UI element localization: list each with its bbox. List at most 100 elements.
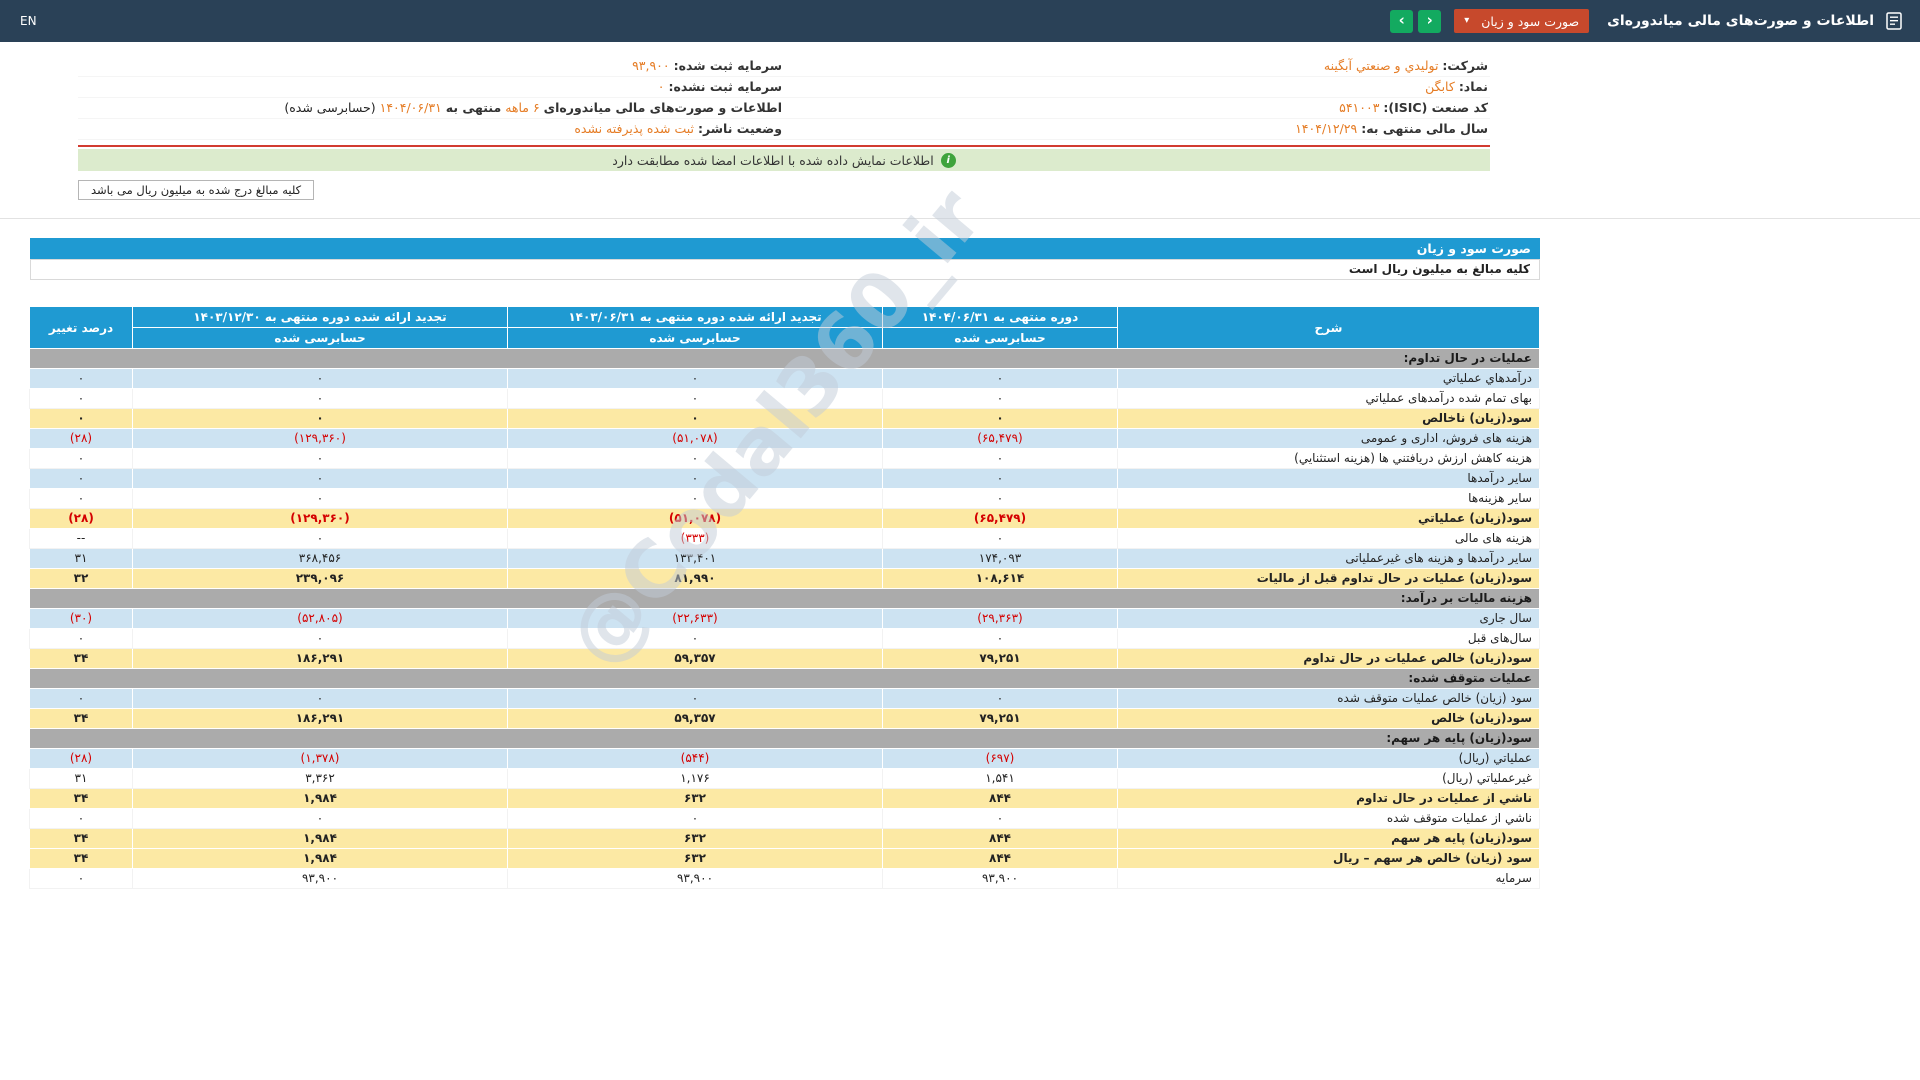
row-label: سود(زیان) عملیات در حال تداوم قبل از مال…: [1118, 569, 1540, 589]
header-audited: حسابرسی شده: [883, 328, 1118, 349]
top-bar: اطلاعات و صورت‌های مالی میاندوره‌ای صورت…: [0, 0, 1920, 42]
prev-statement-button[interactable]: ‹: [1418, 10, 1441, 33]
value-cell: ۰: [30, 809, 133, 829]
table-row: سود(زیان) پایه هر سهم۸۴۴۶۳۲۱,۹۸۴۳۴: [30, 829, 1540, 849]
table-row: هزینه های فروش، اداری و عمومی(۶۵,۴۷۹)(۵۱…: [30, 429, 1540, 449]
value-cell: ۱,۱۷۶: [508, 769, 883, 789]
row-label: عملیاتي (ریال): [1118, 749, 1540, 769]
value-cell: ۰: [133, 529, 508, 549]
section-divider: [0, 218, 1920, 219]
value-cell: ۰: [30, 369, 133, 389]
value-cell: ۹۳,۹۰۰: [133, 869, 508, 889]
table-row: سود (زیان) خالص عملیات متوقف شده۰۰۰۰: [30, 689, 1540, 709]
info-isic: کد صنعت (ISIC): ۵۴۱۰۰۳: [784, 98, 1490, 119]
value-cell: ۱۳۳,۴۰۱: [508, 549, 883, 569]
value-cell: (۲۸): [30, 429, 133, 449]
signature-match-banner: i اطلاعات نمایش داده شده با اطلاعات امضا…: [78, 149, 1490, 171]
value-cell: ۰: [508, 629, 883, 649]
value-cell: ۳۴: [30, 649, 133, 669]
language-toggle[interactable]: EN: [20, 14, 37, 28]
value-cell: ۳,۳۶۲: [133, 769, 508, 789]
row-label: هزینه های فروش، اداری و عمومی: [1118, 429, 1540, 449]
row-label: سایر هزینه‌ها: [1118, 489, 1540, 509]
value-cell: ۰: [508, 389, 883, 409]
value-cell: ۸۴۴: [883, 829, 1118, 849]
header-period-restated-year: تجدید ارائه شده دوره منتهی به ۱۴۰۳/۱۲/۳۰: [133, 307, 508, 328]
next-statement-button[interactable]: ›: [1390, 10, 1413, 33]
statement-type-dropdown[interactable]: صورت سود و زیان ▾: [1454, 9, 1589, 33]
value-cell: ۵۹,۳۵۷: [508, 649, 883, 669]
info-registered-capital: سرمایه ثبت شده: ۹۳,۹۰۰: [78, 56, 784, 77]
value-cell: ۰: [30, 469, 133, 489]
value-cell: ۰: [508, 809, 883, 829]
table-row: غیرعملیاتي (ریال)۱,۵۴۱۱,۱۷۶۳,۳۶۲۳۱: [30, 769, 1540, 789]
value-cell: ۲۳۹,۰۹۶: [133, 569, 508, 589]
isic-value: ۵۴۱۰۰۳: [1339, 100, 1379, 116]
registered-capital-value: ۹۳,۹۰۰: [632, 58, 670, 74]
value-cell: ۰: [508, 469, 883, 489]
row-label: سود(زیان) ناخالص: [1118, 409, 1540, 429]
value-cell: ۸۴۴: [883, 789, 1118, 809]
signature-match-text: اطلاعات نمایش داده شده با اطلاعات امضا ش…: [612, 153, 933, 168]
table-row: درآمدهاي عملیاتي۰۰۰۰: [30, 369, 1540, 389]
row-label: سایر درآمدها و هزینه های غیرعملیاتی: [1118, 549, 1540, 569]
value-cell: ۰: [133, 369, 508, 389]
row-label: سال‌های قبل: [1118, 629, 1540, 649]
value-cell: (۶۵,۴۷۹): [883, 429, 1118, 449]
row-label: ناشي از عملیات متوقف شده: [1118, 809, 1540, 829]
value-cell: --: [30, 529, 133, 549]
publisher-status-value: ثبت شده پذیرفته نشده: [574, 121, 694, 136]
value-cell: ۰: [883, 469, 1118, 489]
header-audited: حسابرسی شده: [133, 328, 508, 349]
row-label: ناشي از عملیات در حال تداوم: [1118, 789, 1540, 809]
value-cell: (۳۳۳): [508, 529, 883, 549]
info-symbol: نماد: کابگن: [784, 77, 1490, 98]
red-divider: [78, 145, 1490, 147]
section-label: عملیات در حال تداوم:: [30, 349, 1540, 369]
value-cell: ۳۱: [30, 769, 133, 789]
value-cell: ۰: [133, 409, 508, 429]
symbol-link[interactable]: کابگن: [1425, 79, 1455, 94]
value-cell: ۰: [30, 449, 133, 469]
value-cell: ۳۴: [30, 829, 133, 849]
symbol-label: نماد:: [1459, 79, 1488, 94]
value-cell: ۶۳۲: [508, 789, 883, 809]
value-cell: (۱۲۹,۳۶۰): [133, 509, 508, 529]
period-date: ۱۴۰۴/۰۶/۳۱: [380, 100, 442, 116]
topbar-right-group: اطلاعات و صورت‌های مالی میاندوره‌ای صورت…: [1390, 9, 1904, 33]
value-cell: ۳۱: [30, 549, 133, 569]
table-row: عملیاتي (ریال)(۶۹۷)(۵۴۴)(۱,۳۷۸)(۲۸): [30, 749, 1540, 769]
table-row: سرمایه۹۳,۹۰۰۹۳,۹۰۰۹۳,۹۰۰۰: [30, 869, 1540, 889]
table-row: سال جاری(۲۹,۳۶۳)(۲۲,۶۳۳)(۵۲,۸۰۵)(۳۰): [30, 609, 1540, 629]
value-cell: (۱,۳۷۸): [133, 749, 508, 769]
value-cell: (۶۹۷): [883, 749, 1118, 769]
value-cell: ۰: [133, 629, 508, 649]
row-label: هزینه کاهش ارزش دریافتني ها (هزینه استثن…: [1118, 449, 1540, 469]
company-name-link[interactable]: تولیدي و صنعتي آبگینه: [1324, 58, 1439, 73]
value-cell: ۰: [133, 469, 508, 489]
value-cell: (۱۲۹,۳۶۰): [133, 429, 508, 449]
section-row: هزینه مالیات بر درآمد:: [30, 589, 1540, 609]
statement-nav: ‹ ›: [1390, 10, 1441, 33]
value-cell: ۹۳,۹۰۰: [508, 869, 883, 889]
value-cell: ۱,۹۸۴: [133, 849, 508, 869]
value-cell: ۱,۵۴۱: [883, 769, 1118, 789]
value-cell: ۱,۹۸۴: [133, 829, 508, 849]
value-cell: ۳۴: [30, 709, 133, 729]
section-label: عملیات متوقف شده:: [30, 669, 1540, 689]
value-cell: (۵۲,۸۰۵): [133, 609, 508, 629]
row-label: سود(زیان) پایه هر سهم: [1118, 829, 1540, 849]
value-cell: (۲۹,۳۶۳): [883, 609, 1118, 629]
company-label: شرکت:: [1442, 58, 1488, 73]
value-cell: ۰: [133, 489, 508, 509]
info-period: اطلاعات و صورت‌های مالی میاندوره‌ای ۶ ما…: [78, 98, 784, 119]
table-body: عملیات در حال تداوم:درآمدهاي عملیاتي۰۰۰۰…: [30, 349, 1540, 889]
value-cell: ۶۳۲: [508, 829, 883, 849]
value-cell: ۰: [883, 629, 1118, 649]
value-cell: ۰: [30, 389, 133, 409]
value-cell: ۰: [30, 629, 133, 649]
value-cell: ۳۲: [30, 569, 133, 589]
row-label: سود (زیان) خالص هر سهم – ریال: [1118, 849, 1540, 869]
row-label: هزینه های مالی: [1118, 529, 1540, 549]
value-cell: ۷۹,۲۵۱: [883, 649, 1118, 669]
